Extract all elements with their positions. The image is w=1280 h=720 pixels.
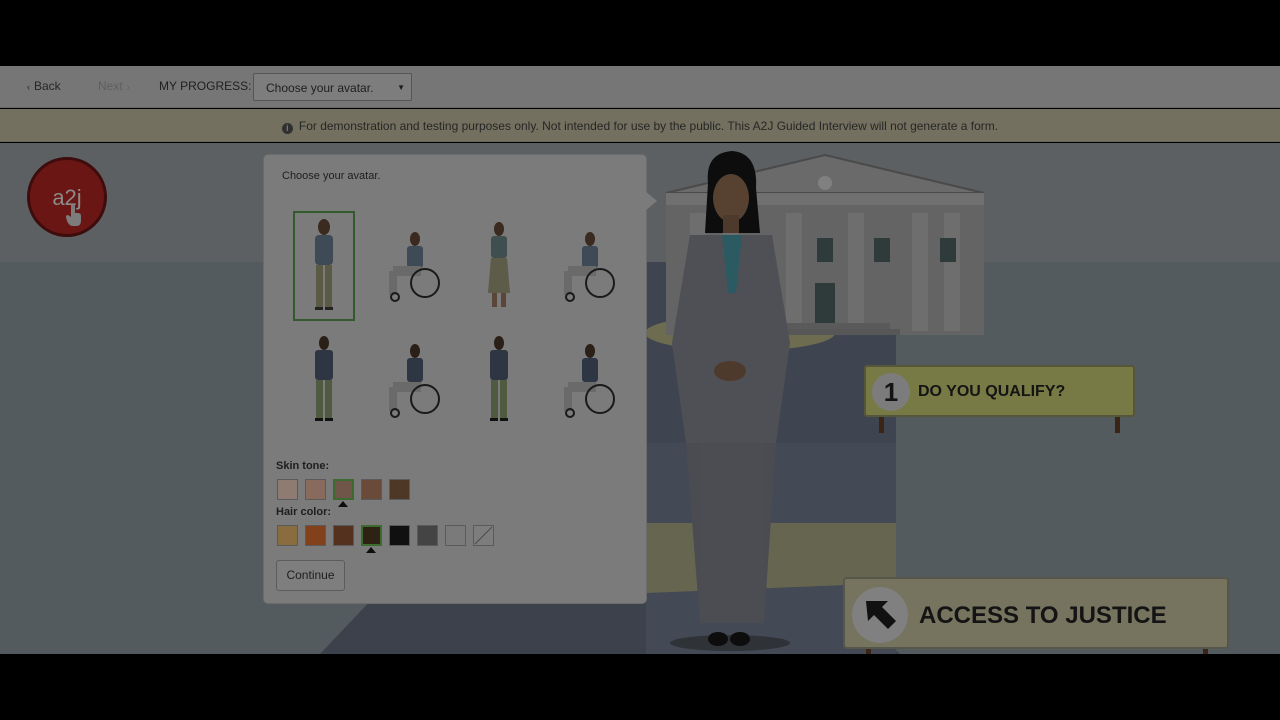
brand-text: ACCESS TO JUSTICE bbox=[919, 602, 1167, 629]
wheelchair-woman-2-icon bbox=[564, 232, 615, 302]
wheelchair-woman-icon bbox=[389, 232, 440, 302]
skin-selected-marker bbox=[338, 501, 348, 507]
back-button[interactable]: ‹ Back bbox=[27, 79, 61, 93]
skin-swatch-4[interactable] bbox=[361, 479, 382, 500]
progress-label: MY PROGRESS: bbox=[159, 79, 252, 93]
avatar-option-8[interactable] bbox=[556, 327, 618, 437]
hair-swatch-3[interactable] bbox=[333, 525, 354, 546]
hair-swatch-6[interactable] bbox=[417, 525, 438, 546]
progress-select[interactable]: Choose your avatar. ▼ bbox=[253, 73, 412, 101]
chevron-left-icon: ‹ bbox=[27, 82, 30, 92]
hair-swatch-2[interactable] bbox=[305, 525, 326, 546]
demo-banner-text: For demonstration and testing purposes o… bbox=[298, 119, 999, 133]
avatar-panel: Choose your avatar. Skin tone: Hair colo… bbox=[263, 154, 647, 604]
hair-swatch-4[interactable] bbox=[361, 525, 382, 546]
a2j-logo: a2j bbox=[27, 157, 107, 237]
panel-pointer bbox=[645, 191, 657, 211]
hair-color-label: Hair color: bbox=[276, 506, 332, 518]
avatar-option-7[interactable] bbox=[468, 327, 530, 437]
skin-swatch-2[interactable] bbox=[305, 479, 326, 500]
hair-swatch-1[interactable] bbox=[277, 525, 298, 546]
hair-swatch-8[interactable] bbox=[473, 525, 494, 546]
arrow-up-left-icon bbox=[852, 587, 908, 643]
sign-post bbox=[1115, 417, 1120, 433]
interview-scene: a2j Choose your avatar. Skin tone: Hair … bbox=[0, 143, 1280, 654]
nav-bar: ‹ Back Next › MY PROGRESS: Choose your ava… bbox=[0, 66, 1280, 108]
skin-swatch-3[interactable] bbox=[333, 479, 354, 500]
skin-swatch-5[interactable] bbox=[389, 479, 410, 500]
letterbox-bottom bbox=[0, 654, 1280, 720]
letterbox-top bbox=[0, 0, 1280, 66]
wheelchair-man-icon bbox=[389, 344, 440, 418]
standing-man-2-icon bbox=[490, 336, 508, 421]
hair-selected-marker bbox=[366, 547, 376, 553]
wheelchair-man-2-icon bbox=[564, 344, 615, 418]
standing-woman-icon bbox=[315, 219, 333, 310]
demo-banner: i For demonstration and testing purposes … bbox=[0, 109, 1280, 142]
skin-tone-label: Skin tone: bbox=[276, 460, 330, 472]
continue-button[interactable]: Continue bbox=[276, 560, 345, 591]
info-icon: i bbox=[281, 123, 293, 134]
app: ‹ Back Next › MY PROGRESS: Choose your ava… bbox=[0, 66, 1280, 654]
avatar-option-3[interactable] bbox=[468, 211, 530, 321]
progress-select-value: Choose your avatar. bbox=[266, 81, 374, 95]
hair-swatch-5[interactable] bbox=[389, 525, 410, 546]
next-button[interactable]: Next › bbox=[98, 79, 130, 93]
step-text: DO YOU QUALIFY? bbox=[918, 383, 1066, 400]
brand-sign: ACCESS TO JUSTICE bbox=[843, 577, 1229, 649]
back-label: Back bbox=[34, 79, 61, 93]
avatar-option-1[interactable] bbox=[293, 211, 355, 321]
avatar-option-5[interactable] bbox=[293, 327, 355, 437]
avatar-option-4[interactable] bbox=[556, 211, 618, 321]
next-label: Next bbox=[98, 79, 123, 93]
sign-post bbox=[879, 417, 884, 433]
avatar-option-6[interactable] bbox=[381, 327, 443, 437]
chevron-right-icon: › bbox=[126, 82, 130, 92]
panel-title: Choose your avatar. bbox=[282, 170, 381, 182]
no-color-slash-icon bbox=[474, 526, 493, 545]
skin-swatch-1[interactable] bbox=[277, 479, 298, 500]
hair-swatch-7[interactable] bbox=[445, 525, 466, 546]
caret-down-icon: ▼ bbox=[397, 83, 405, 92]
step-sign: 1 DO YOU QUALIFY? bbox=[864, 365, 1135, 417]
standing-man-icon bbox=[315, 336, 333, 421]
standing-woman-dress-icon bbox=[488, 222, 510, 307]
pointer-hand-icon bbox=[66, 204, 81, 226]
avatar-option-2[interactable] bbox=[381, 211, 443, 321]
step-number: 1 bbox=[872, 373, 910, 411]
